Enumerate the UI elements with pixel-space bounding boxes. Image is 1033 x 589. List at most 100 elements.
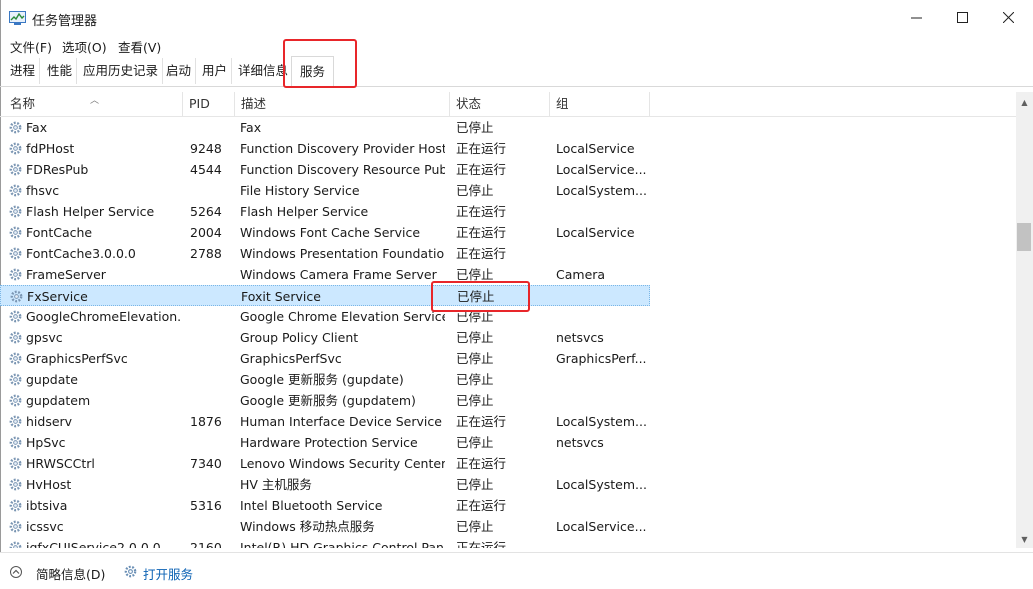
service-status: 已停止 [457, 289, 495, 304]
service-group: Camera [556, 267, 606, 282]
service-status: 正在运行 [456, 414, 507, 429]
service-group [556, 201, 648, 222]
menu-options[interactable]: 选项(O) [62, 37, 107, 56]
service-group: LocalSystem... [556, 477, 647, 492]
service-status: 正在运行 [456, 498, 507, 513]
service-pid: 1876 [190, 414, 222, 429]
service-name: FontCache3.0.0.0 [26, 246, 136, 261]
services-gear-icon [124, 565, 137, 578]
service-name: FxService [27, 289, 88, 304]
table-row[interactable]: FDResPub 4544 Function Discovery Resource … [0, 159, 650, 180]
minimize-button[interactable] [893, 0, 939, 34]
tab-app-history[interactable]: 应用历史记录 [79, 58, 164, 84]
service-group [556, 453, 648, 474]
service-name: FDResPub [26, 162, 89, 177]
service-group [556, 495, 648, 516]
service-pid: 2788 [190, 246, 222, 261]
table-row[interactable]: gpsvc Group Policy Client 已停止 netsvcs [0, 327, 650, 348]
service-pid [190, 306, 234, 327]
service-name: HRWSCCtrl [26, 456, 95, 471]
service-gear-icon [9, 163, 22, 176]
service-pid [190, 117, 234, 138]
table-row[interactable]: gupdatem Google 更新服务 (gupdatem) 已停止 [0, 390, 650, 411]
open-services-link[interactable]: 打开服务 [143, 564, 193, 583]
column-header-name[interactable]: 名称 ︿ [0, 92, 183, 116]
table-row[interactable]: hidserv 1876 Human Interface Device Servic… [0, 411, 650, 432]
table-row[interactable]: Fax Fax 已停止 [0, 117, 650, 138]
column-header-group[interactable]: 组 [550, 92, 650, 116]
service-description: Windows Camera Frame Server [240, 267, 437, 282]
table-row[interactable]: HpSvc Hardware Protection Service 已停止 netsv… [0, 432, 650, 453]
service-name: hidserv [26, 414, 73, 429]
table-row[interactable]: ibtsiva 5316 Intel Bluetooth Service 正在运行 [0, 495, 650, 516]
table-row[interactable]: gupdate Google 更新服务 (gupdate) 已停止 [0, 369, 650, 390]
service-name: ibtsiva [26, 498, 68, 513]
services-table: 名称 ︿ PID 描述 状态 组 Fax Fax 已停止 fdPHost 9248 Fun… [0, 92, 1016, 548]
scroll-thumb[interactable] [1017, 223, 1031, 251]
tab-services[interactable]: 服务 [291, 56, 335, 88]
menu-view[interactable]: 查看(V) [118, 37, 161, 56]
service-name: Fax [26, 120, 48, 135]
column-header-status[interactable]: 状态 [450, 92, 550, 116]
service-gear-icon [9, 205, 22, 218]
service-group [556, 306, 648, 327]
tab-performance[interactable]: 性能 [43, 58, 78, 84]
table-row[interactable]: icssvc Windows 移动热点服务 已停止 LocalService... [0, 516, 650, 537]
service-description: Flash Helper Service [240, 204, 369, 219]
table-row[interactable]: GraphicsPerfSvc GraphicsPerfSvc 已停止 Graphic… [0, 348, 650, 369]
service-description: Google 更新服务 (gupdate) [240, 372, 404, 387]
service-gear-icon [9, 499, 22, 512]
brief-info-link[interactable]: 简略信息(D) [36, 564, 105, 583]
title-bar[interactable]: 任务管理器 [0, 0, 1033, 34]
service-group: LocalSystem... [556, 414, 647, 429]
menu-file[interactable]: 文件(F) [10, 37, 52, 56]
table-row[interactable]: FontCache 2004 Windows Font Cache Service 正… [0, 222, 650, 243]
service-group: LocalService [556, 225, 635, 240]
service-status: 已停止 [456, 351, 494, 366]
service-description: Google Chrome Elevation Service [240, 309, 445, 324]
service-description: GraphicsPerfSvc [240, 351, 342, 366]
service-gear-icon [9, 373, 22, 386]
service-description: Hardware Protection Service [240, 435, 418, 450]
vertical-scrollbar[interactable]: ▲ ▼ [1016, 92, 1033, 548]
tab-processes[interactable]: 进程 [6, 58, 41, 84]
service-group: LocalService [556, 141, 635, 156]
service-gear-icon [9, 415, 22, 428]
chevron-up-icon[interactable] [10, 566, 22, 578]
table-row[interactable]: Flash Helper Service 5264 Flash Helper Ser… [0, 201, 650, 222]
service-description: Group Policy Client [240, 330, 359, 345]
service-description: Google 更新服务 (gupdatem) [240, 393, 416, 408]
maximize-button[interactable] [939, 0, 985, 34]
scroll-down-icon[interactable]: ▼ [1016, 531, 1033, 548]
table-row[interactable]: fdPHost 9248 Function Discovery Provider H… [0, 138, 650, 159]
service-pid: 5316 [190, 498, 222, 513]
service-gear-icon [9, 184, 22, 197]
table-row[interactable]: FxService Foxit Service 已停止 [0, 285, 650, 306]
service-name: FrameServer [26, 267, 106, 282]
table-row[interactable]: fhsvc File History Service 已停止 LocalSystem.… [0, 180, 650, 201]
service-pid [190, 390, 234, 411]
table-row[interactable]: HvHost HV 主机服务 已停止 LocalSystem... [0, 474, 650, 495]
service-status: 已停止 [456, 309, 494, 324]
table-row[interactable]: GoogleChromeElevation... Google Chrome El… [0, 306, 650, 327]
service-name: HvHost [26, 477, 72, 492]
tab-startup[interactable]: 启动 [162, 58, 197, 84]
tab-users[interactable]: 用户 [198, 58, 233, 84]
table-row[interactable]: FrameServer Windows Camera Frame Server 已停… [0, 264, 650, 285]
service-name: gupdate [26, 372, 78, 387]
tab-details[interactable]: 详细信息 [234, 58, 295, 84]
service-name: fhsvc [26, 183, 60, 198]
window-title: 任务管理器 [32, 14, 98, 29]
table-row[interactable]: HRWSCCtrl 7340 Lenovo Windows Security Cen… [0, 453, 650, 474]
table-row[interactable]: FontCache3.0.0.0 2788 Windows Presentation… [0, 243, 650, 264]
service-pid [190, 369, 234, 390]
column-header-description[interactable]: 描述 [235, 92, 450, 116]
service-group [557, 286, 649, 307]
service-group: LocalSystem... [556, 183, 647, 198]
service-status: 已停止 [456, 519, 494, 534]
close-button[interactable] [985, 0, 1031, 34]
table-row[interactable]: igfxCUIService2.0.0.0 2160 Intel(R) HD Gra… [0, 537, 650, 548]
column-header-pid[interactable]: PID [183, 92, 235, 116]
scroll-up-icon[interactable]: ▲ [1016, 94, 1033, 111]
service-description: Lenovo Windows Security Center [240, 456, 445, 471]
